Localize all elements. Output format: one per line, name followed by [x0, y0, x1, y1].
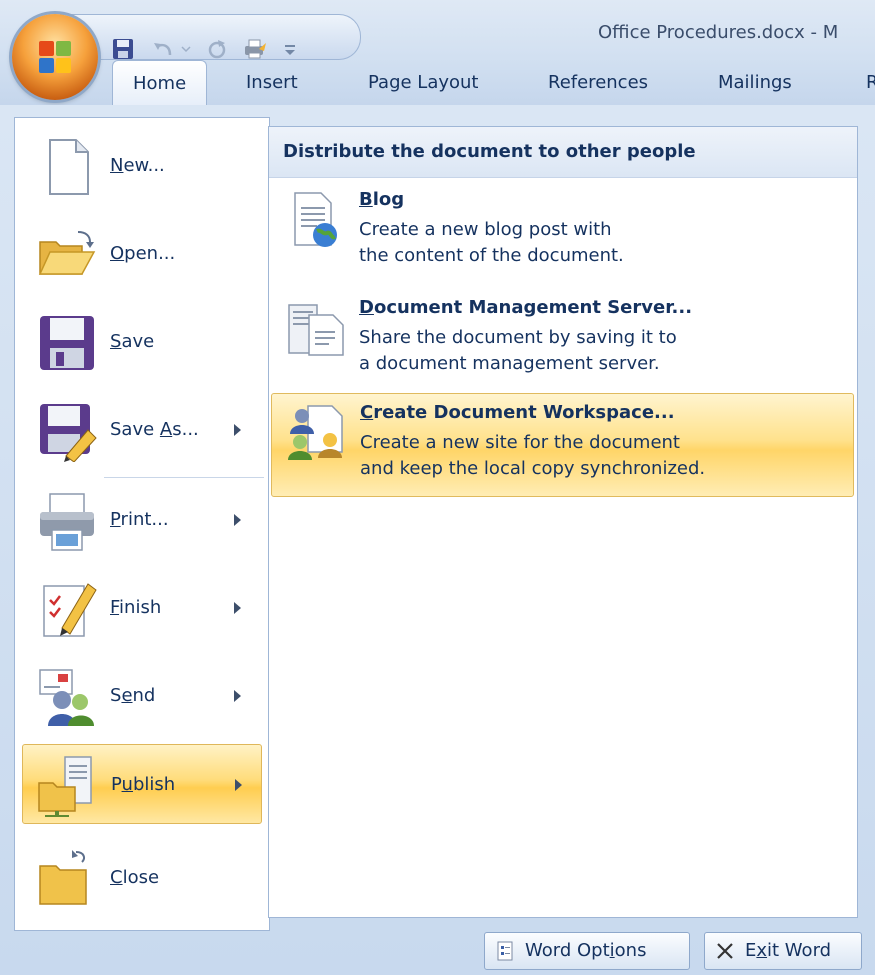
publish-submenu-panel: Distribute the document to other people …: [268, 126, 858, 918]
menu-separator: [104, 477, 264, 478]
menu-label-close: Close: [110, 867, 160, 888]
save-as-icon: [36, 400, 98, 463]
redo-icon[interactable]: [204, 37, 230, 61]
tab-mailings[interactable]: Mailings: [718, 60, 792, 105]
submenu-item-document-management-server[interactable]: Document Management Server... Share the …: [271, 289, 854, 393]
exit-word-button[interactable]: Exit Word: [704, 932, 862, 970]
word-options-button[interactable]: Word Options: [484, 932, 690, 970]
menu-label-save-as: Save As...: [110, 419, 199, 440]
submenu-header: Distribute the document to other people: [269, 127, 857, 178]
submenu-desc-document-management-server: Share the document by saving it to a doc…: [359, 327, 677, 374]
tab-references[interactable]: References: [548, 60, 648, 105]
menu-label-print: Print...: [110, 509, 169, 530]
menu-label-publish: Publish: [111, 774, 176, 795]
tab-home[interactable]: Home: [112, 60, 208, 106]
menu-item-save-as[interactable]: Save As...: [22, 390, 262, 470]
submenu-arrow-icon: [234, 424, 241, 436]
close-folder-icon: [36, 848, 98, 910]
exit-word-label: Exit Word: [745, 940, 832, 961]
submenu-arrow-icon: [234, 690, 241, 702]
customize-dropdown-icon[interactable]: [282, 37, 298, 61]
menu-label-new: New...: [110, 155, 165, 176]
submenu-desc-create-document-workspace: Create a new site for the document and k…: [360, 432, 706, 479]
submenu-arrow-icon: [234, 602, 241, 614]
printer-icon: [36, 490, 98, 552]
menu-label-save: Save: [110, 331, 155, 352]
open-folder-icon: [36, 224, 98, 286]
options-icon: [495, 941, 515, 961]
menu-item-send[interactable]: Send: [22, 656, 262, 736]
close-x-icon: [715, 941, 735, 961]
menu-label-open: Open...: [110, 243, 176, 264]
submenu-title-blog: Blog: [359, 189, 405, 210]
word-options-label: Word Options: [525, 940, 647, 961]
window-title: Office Procedures.docx - M: [598, 22, 839, 43]
office-logo-icon: [38, 40, 72, 74]
submenu-title-document-management-server: Document Management Server...: [359, 297, 693, 318]
menu-item-new[interactable]: New...: [22, 126, 262, 206]
blog-globe-icon: [285, 189, 347, 251]
undo-dropdown-icon[interactable]: [180, 37, 192, 61]
menu-label-send: Send: [110, 685, 156, 706]
submenu-header-text: Distribute the document to other people: [283, 141, 696, 162]
save-icon[interactable]: [110, 37, 136, 61]
submenu-desc-blog: Create a new blog post with the content …: [359, 219, 624, 266]
finish-pencil-icon: [36, 578, 98, 640]
menu-label-finish: Finish: [110, 597, 162, 618]
submenu-arrow-icon: [234, 514, 241, 526]
tab-review[interactable]: R: [866, 60, 875, 105]
undo-icon[interactable]: [150, 37, 176, 61]
menu-item-print[interactable]: Print...: [22, 480, 262, 560]
office-button[interactable]: [12, 14, 98, 100]
menu-item-save[interactable]: Save: [22, 302, 262, 382]
quick-access-toolbar: [60, 14, 361, 60]
publish-server-icon: [37, 755, 99, 817]
submenu-title-create-document-workspace: Create Document Workspace...: [360, 402, 675, 423]
menu-item-open[interactable]: Open...: [22, 214, 262, 294]
submenu-item-create-document-workspace[interactable]: Create Document Workspace... Create a ne…: [271, 393, 854, 497]
tab-insert[interactable]: Insert: [246, 60, 298, 105]
submenu-arrow-icon: [235, 779, 242, 791]
quick-print-icon[interactable]: [242, 37, 268, 61]
workspace-people-icon: [286, 402, 348, 464]
title-bar: Office Procedures.docx - M Home Insert P…: [0, 0, 875, 106]
tab-page-layout[interactable]: Page Layout: [368, 60, 479, 105]
new-document-icon: [36, 136, 98, 198]
document-server-icon: [285, 297, 347, 359]
send-people-icon: [36, 666, 98, 728]
save-disk-icon: [36, 312, 98, 374]
menu-item-publish[interactable]: Publish: [22, 744, 262, 824]
menu-item-finish[interactable]: Finish: [22, 568, 262, 648]
menu-item-close[interactable]: Close: [22, 838, 262, 918]
submenu-item-blog[interactable]: Blog Create a new blog post with the con…: [271, 181, 854, 285]
